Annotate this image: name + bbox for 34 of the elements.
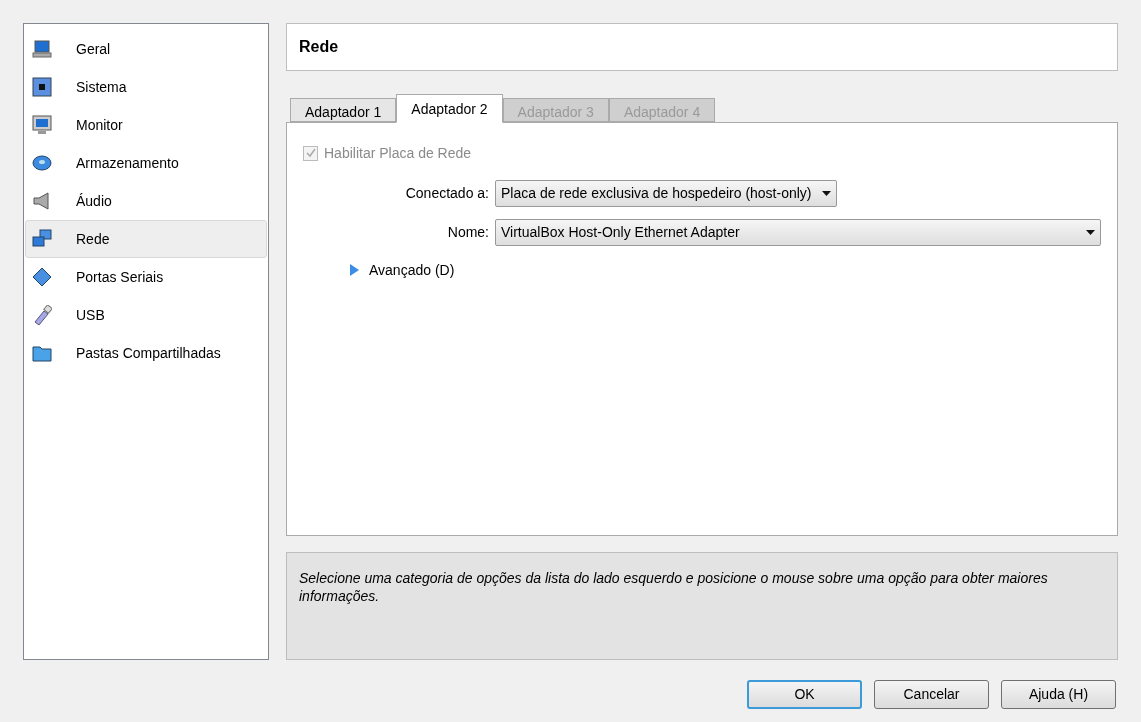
category-item[interactable]: Áudio (25, 182, 267, 220)
category-item[interactable]: Geral (25, 30, 267, 68)
category-item[interactable]: Sistema (25, 68, 267, 106)
category-item[interactable]: USB (25, 296, 267, 334)
disk-icon (32, 153, 52, 173)
folder-icon (32, 343, 52, 363)
checkmark-icon (305, 148, 316, 159)
tab[interactable]: Adaptador 1 (290, 97, 397, 122)
category-item[interactable]: Rede (25, 220, 267, 258)
category-item[interactable]: Armazenamento (25, 144, 267, 182)
category-item[interactable]: Portas Seriais (25, 258, 267, 296)
field-label: Conectado a: (404, 183, 489, 203)
network-icon (32, 229, 52, 249)
dropdown[interactable]: VirtualBox Host-Only Ethernet Adapter (495, 218, 1101, 246)
tab[interactable]: Adaptador 2 (396, 93, 503, 123)
caret-icon (1086, 229, 1095, 235)
dropdown[interactable]: Placa de rede exclusiva de hospedeiro (host-only) (495, 179, 837, 207)
serial-port-icon (32, 267, 52, 287)
category-item[interactable]: Pastas Compartilhadas (25, 334, 267, 372)
advanced-toggle[interactable]: Avançado (D) (349, 259, 455, 281)
caret-icon (821, 190, 831, 196)
dialog-button[interactable]: Cancelar (874, 680, 989, 709)
field-label: Nome: (446, 222, 489, 242)
chip-icon (32, 77, 52, 97)
dialog-button[interactable]: Ajuda (H) (1001, 680, 1116, 709)
category-item[interactable]: Monitor (25, 106, 267, 144)
usb-plug-icon (32, 305, 52, 325)
help-text: Selecione uma categoria de opções da lista do lado esquerdo e posicione o mouse sobre uma opção para obter maiores informações. (299, 569, 1049, 606)
laptop-icon (32, 39, 52, 59)
monitor-icon (32, 115, 52, 135)
page-title: Rede (286, 23, 1118, 71)
dialog-button[interactable]: OK (747, 680, 862, 709)
speaker-icon (32, 191, 52, 211)
expand-arrow-icon (349, 264, 359, 277)
